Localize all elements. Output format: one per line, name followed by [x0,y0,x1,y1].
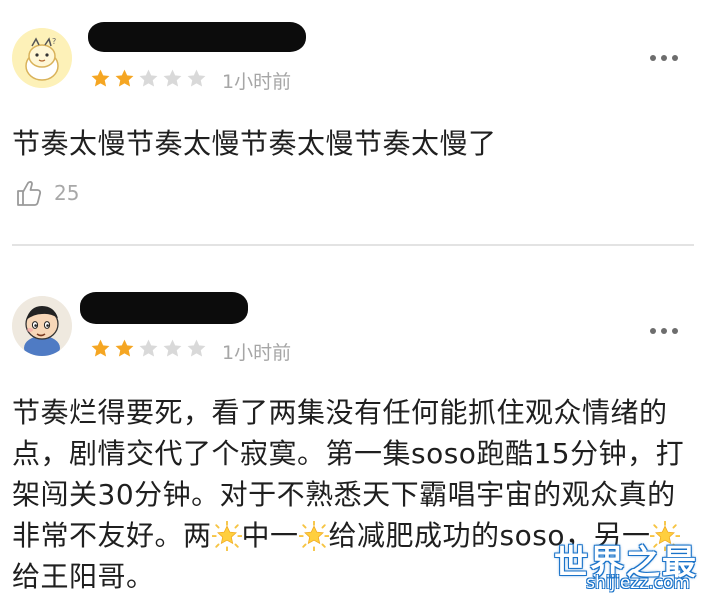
username-redacted [88,22,306,52]
more-dots-icon[interactable] [650,55,678,61]
thumbs-up-icon [17,181,42,206]
star-empty-icon [186,68,207,89]
username-redacted [80,292,248,324]
like-count: 25 [54,181,80,205]
comment-time: 1小时前 [222,71,292,93]
star-empty-icon [138,68,159,89]
glowing-star-emoji [299,521,329,551]
star-empty-icon [186,338,207,359]
comment-time: 1小时前 [222,342,292,364]
avatar[interactable]: ? [12,28,72,88]
star-filled-icon [90,68,111,89]
watermark-url: shijiezz.com [586,573,690,593]
like-button[interactable]: 25 [14,178,79,208]
star-filled-icon [90,338,111,359]
watermark-logo: 世界之最 shijiezz.com [508,535,698,593]
more-dots-icon[interactable] [650,328,678,334]
star-filled-icon [114,338,135,359]
star-empty-icon [138,338,159,359]
svg-text:?: ? [52,37,56,46]
glowing-star-emoji [212,521,242,551]
star-empty-icon [162,338,183,359]
comment-card: ? 1小时前 节奏太慢节奏太慢节奏太慢节奏太慢了 25 [0,0,706,246]
star-empty-icon [162,68,183,89]
rating-stars [90,338,207,359]
star-filled-icon [114,68,135,89]
rating-stars [90,68,207,89]
text-segment: 中一 [241,519,299,552]
comment-text: 节奏太慢节奏太慢节奏太慢节奏太慢了 [12,127,497,160]
avatar[interactable] [12,296,72,356]
text-segment: 给王阳哥。 [12,560,155,593]
